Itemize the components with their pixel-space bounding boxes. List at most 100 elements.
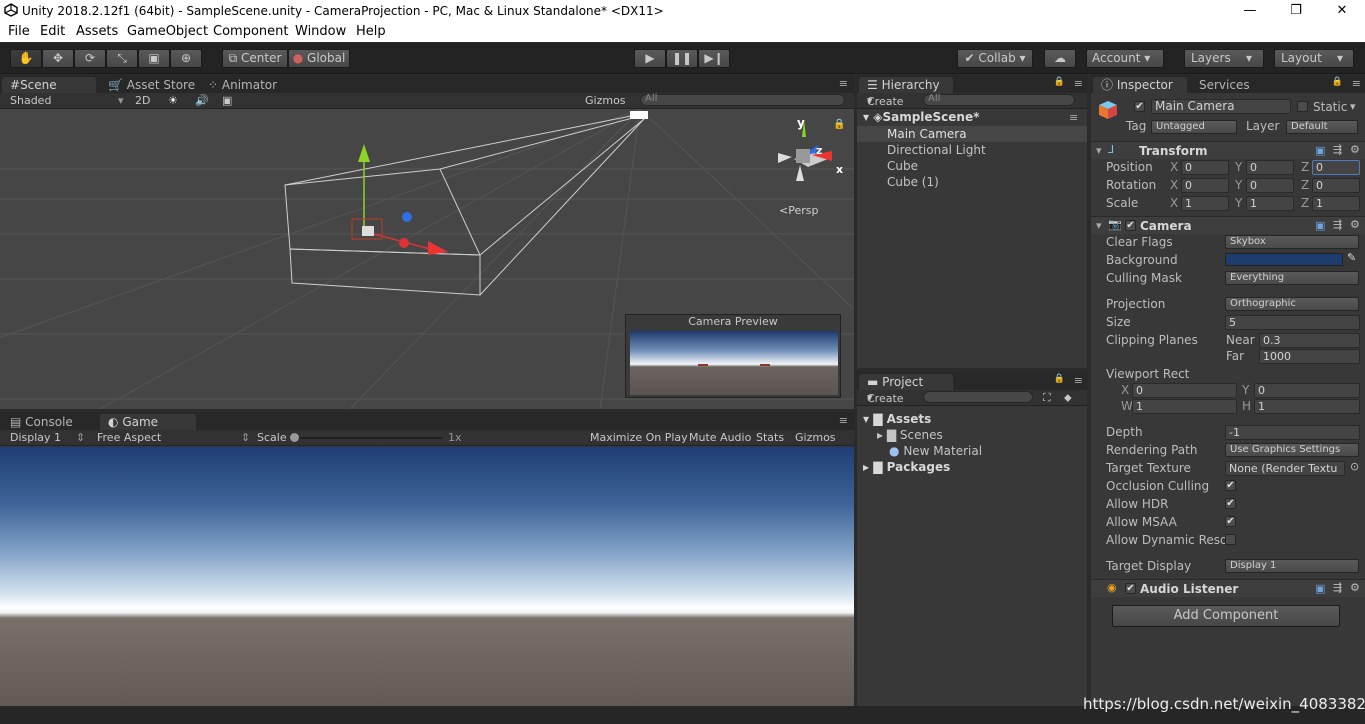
filter-label-icon[interactable]: ⬥ [1064, 391, 1072, 405]
project-search[interactable] [923, 391, 1033, 403]
rect-tool-button[interactable]: ▣ [138, 49, 170, 68]
gizmo-x-handle[interactable] [399, 238, 409, 248]
add-component-button[interactable]: Add Component [1112, 605, 1340, 627]
object-name-field[interactable]: Main Camera [1151, 99, 1291, 114]
aspect-dropdown[interactable]: Free Aspect [97, 431, 161, 444]
settings-gear-icon[interactable]: ⚙ [1350, 581, 1360, 594]
scale-slider[interactable] [290, 433, 442, 442]
position-x-field[interactable]: 0 [1181, 160, 1229, 175]
audio-listener-enabled-checkbox[interactable]: ✔ [1125, 583, 1136, 594]
culling-mask-dropdown[interactable]: Everything [1225, 271, 1359, 285]
help-icon[interactable]: ▣ [1315, 144, 1325, 157]
pivot-center-toggle[interactable]: ⧉ Center [222, 49, 288, 68]
settings-gear-icon[interactable]: ⚙ [1350, 143, 1360, 156]
scale-x-field[interactable]: 1 [1181, 196, 1229, 211]
tab-services[interactable]: Services [1191, 77, 1258, 93]
hierarchy-item-cube-1[interactable]: Cube (1) [887, 175, 939, 189]
hierarchy-lock-icon[interactable]: 🔒 [1054, 77, 1065, 87]
menu-help[interactable]: Help [356, 24, 386, 39]
active-checkbox[interactable]: ✔ [1134, 101, 1145, 112]
hierarchy-item-directional-light[interactable]: Directional Light [887, 143, 986, 157]
hierarchy-item-main-camera[interactable]: Main Camera [887, 127, 967, 141]
game-viewport[interactable] [0, 447, 854, 706]
transform-tool-button[interactable]: ⊕ [170, 49, 202, 68]
hierarchy-menu-icon[interactable]: ≡ [1074, 77, 1083, 90]
lock-icon[interactable]: 🔒 [833, 119, 845, 130]
tab-inspector[interactable]: ⓘ Inspector [1093, 77, 1187, 93]
size-field[interactable]: 5 [1225, 315, 1360, 330]
effects-toggle-icon[interactable]: ▣ [222, 94, 232, 107]
gizmo-z-handle[interactable] [402, 212, 412, 222]
occlusion-culling-checkbox[interactable]: ✔ [1225, 480, 1236, 491]
near-field[interactable]: 0.3 [1259, 333, 1360, 348]
panel-menu-icon[interactable]: ≡ [839, 77, 848, 90]
tab-animator[interactable]: ⁘ Animator [200, 77, 285, 93]
camera-header[interactable]: ▾ 📷 ✔ Camera ▣ ⇶ ⚙ [1091, 216, 1365, 234]
menu-file[interactable]: File [8, 24, 30, 39]
rendering-path-dropdown[interactable]: Use Graphics Settings [1225, 443, 1359, 457]
tab-asset-store[interactable]: 🛒 Asset Store [100, 77, 203, 93]
allow-msaa-checkbox[interactable]: ✔ [1225, 516, 1236, 527]
rotate-tool-button[interactable]: ⟳ [74, 49, 106, 68]
scene-search[interactable]: All [640, 93, 845, 106]
target-texture-field[interactable]: None (Render Textu [1225, 461, 1345, 476]
shading-dropdown[interactable]: Shaded [10, 94, 51, 107]
camera-object[interactable] [362, 226, 374, 236]
audio-toggle-icon[interactable]: 🔊 [195, 94, 209, 107]
viewport-y-field[interactable]: 0 [1254, 383, 1360, 398]
maximize-on-play-toggle[interactable]: Maximize On Play [590, 431, 688, 444]
2d-toggle[interactable]: 2D [135, 94, 150, 107]
cloud-button[interactable]: ☁ [1044, 49, 1076, 68]
gizmos-dropdown[interactable]: Gizmos [585, 94, 626, 107]
layout-dropdown[interactable]: Layout ▾ [1274, 49, 1354, 68]
layer-dropdown[interactable]: Default [1286, 120, 1358, 134]
project-material-item[interactable]: ● New Material [889, 444, 982, 458]
allow-hdr-checkbox[interactable]: ✔ [1225, 498, 1236, 509]
game-panel-menu-icon[interactable]: ≡ [839, 414, 848, 427]
persp-toggle[interactable]: <Persp [779, 204, 818, 217]
viewport-x-field[interactable]: 0 [1132, 383, 1237, 398]
object-picker-icon[interactable]: ⊙ [1350, 460, 1359, 473]
transform-header[interactable]: ▾ ⅃ Transform ▣ ⇶ ⚙ [1091, 141, 1365, 159]
preset-icon[interactable]: ⇶ [1333, 218, 1342, 231]
viewport-w-field[interactable]: 1 [1132, 399, 1237, 414]
preset-icon[interactable]: ⇶ [1333, 143, 1342, 156]
menu-assets[interactable]: Assets [76, 24, 118, 39]
help-icon[interactable]: ▣ [1315, 582, 1325, 595]
inspector-menu-icon[interactable]: ≡ [1352, 77, 1361, 90]
position-y-field[interactable]: 0 [1246, 160, 1294, 175]
hierarchy-item-cube[interactable]: Cube [887, 159, 918, 173]
maximize-button[interactable]: ❐ [1273, 0, 1319, 22]
scale-tool-button[interactable]: ⤡ [106, 49, 138, 68]
tab-project[interactable]: ▬ Project [859, 374, 953, 390]
rotation-y-field[interactable]: 0 [1246, 178, 1294, 193]
viewport-h-field[interactable]: 1 [1254, 399, 1360, 414]
hierarchy-scene-root[interactable]: ▾ ◈SampleScene* [863, 110, 979, 124]
allow-dynamic-resolution-checkbox[interactable] [1225, 534, 1236, 545]
project-scenes-folder[interactable]: ▸ ▇ Scenes [877, 428, 943, 442]
project-menu-icon[interactable]: ≡ [1074, 374, 1083, 387]
static-dropdown-icon[interactable]: ▾ [1350, 100, 1356, 113]
tab-console[interactable]: ▤ Console [2, 414, 96, 430]
game-gizmos-dropdown[interactable]: Gizmos [795, 431, 836, 444]
layers-dropdown[interactable]: Layers ▾ [1184, 49, 1264, 68]
inspector-lock-icon[interactable]: 🔒 [1332, 77, 1343, 87]
mute-audio-toggle[interactable]: Mute Audio [689, 431, 751, 444]
tag-dropdown[interactable]: Untagged [1151, 120, 1237, 134]
project-assets-folder[interactable]: ▾ ▇ Assets [863, 412, 931, 426]
close-button[interactable]: ✕ [1319, 0, 1365, 22]
rotation-x-field[interactable]: 0 [1181, 178, 1229, 193]
clear-flags-dropdown[interactable]: Skybox [1225, 235, 1359, 249]
eyedropper-icon[interactable]: ✎ [1347, 251, 1356, 264]
hierarchy-create-dropdown[interactable]: Create ▾ [867, 94, 904, 108]
step-button[interactable]: ▶❙ [698, 49, 730, 68]
menu-gameobject[interactable]: GameObject [127, 24, 208, 39]
account-dropdown[interactable]: Account ▾ [1086, 49, 1164, 68]
tab-scene[interactable]: #Scene [2, 77, 96, 93]
project-packages-folder[interactable]: ▸ ▇ Packages [863, 460, 950, 474]
projection-dropdown[interactable]: Orthographic [1225, 297, 1359, 311]
scale-slider-thumb[interactable] [290, 433, 299, 442]
stats-toggle[interactable]: Stats [756, 431, 784, 444]
pivot-global-toggle[interactable]: ● Global [288, 49, 350, 68]
move-tool-button[interactable]: ✥ [42, 49, 74, 68]
